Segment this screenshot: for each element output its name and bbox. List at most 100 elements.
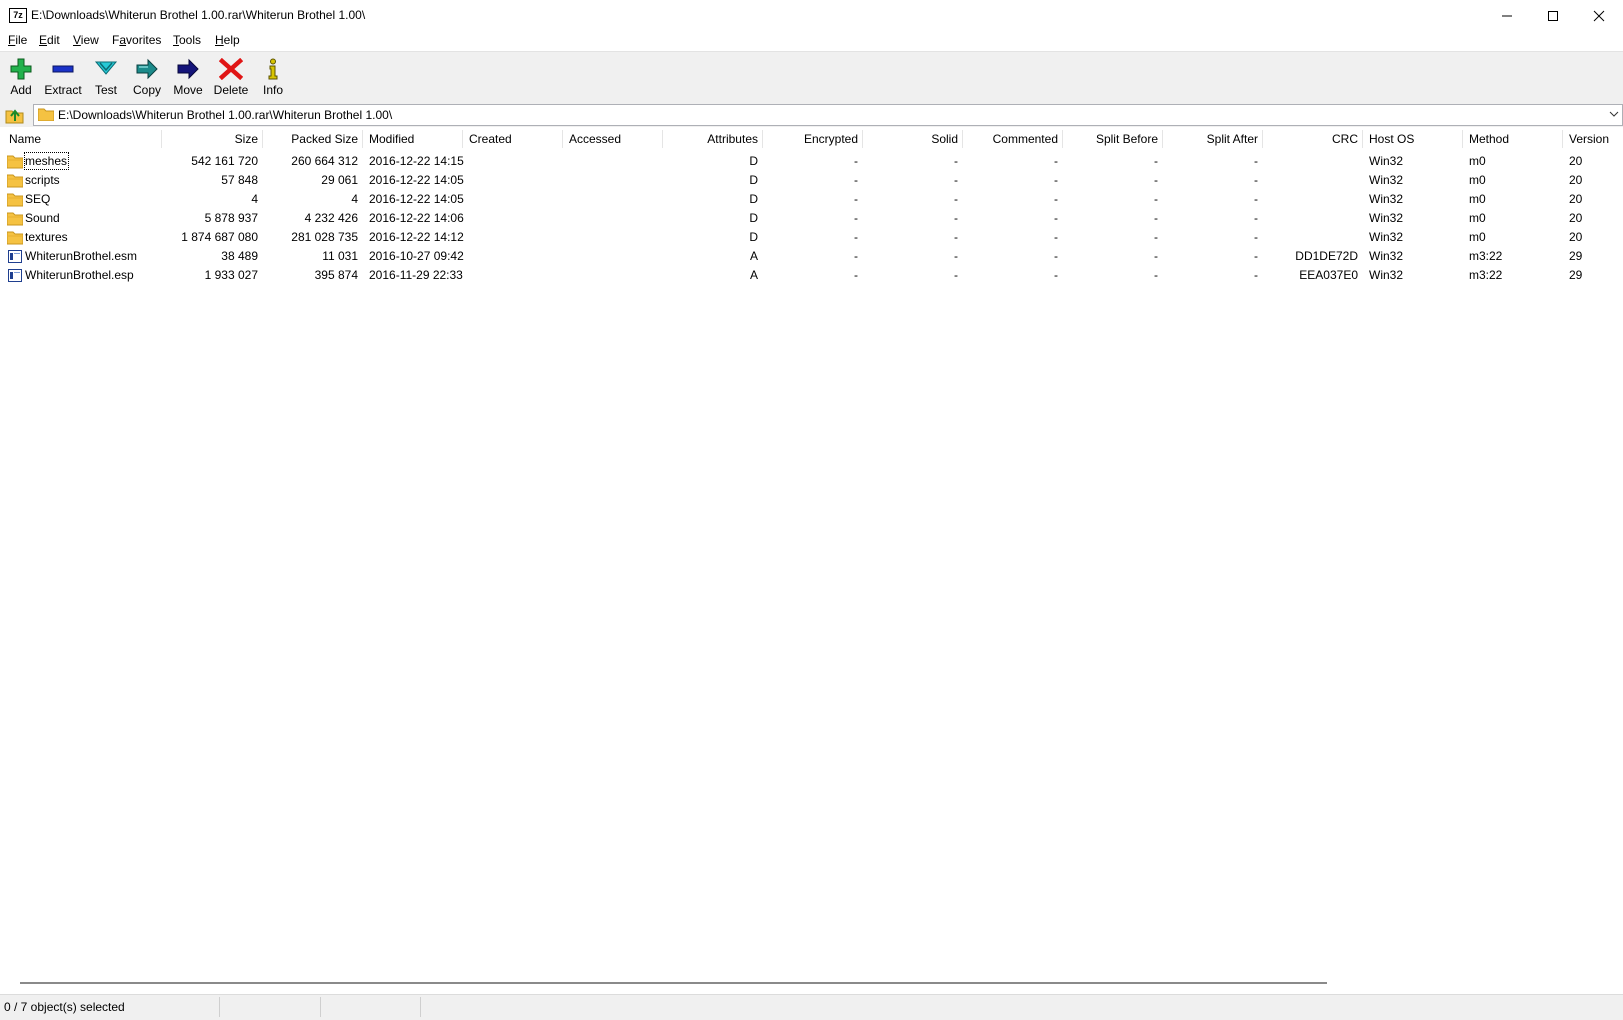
column-divider[interactable] — [161, 130, 162, 148]
cell-crc: EEA037E0 — [1299, 268, 1358, 282]
column-divider[interactable] — [1362, 130, 1363, 148]
cell-size: 1 874 687 080 — [181, 230, 258, 244]
column-divider[interactable] — [1562, 130, 1563, 148]
table-row[interactable]: SEQ 4 4 2016-12-22 14:05 D - - - - - Win32 m0 20 — [0, 190, 1623, 209]
cell-encrypted: - — [854, 154, 858, 168]
cell-split-after: - — [1254, 192, 1258, 206]
cell-commented: - — [1054, 192, 1058, 206]
cell-attributes: A — [749, 249, 758, 263]
horizontal-scrollbar[interactable] — [20, 982, 1327, 984]
column-divider[interactable] — [362, 130, 363, 148]
cell-created — [469, 266, 559, 285]
cell-split-after: - — [1254, 268, 1258, 282]
cell-version: 29 — [1569, 268, 1583, 282]
column-header-size[interactable]: Size — [163, 128, 258, 150]
status-divider — [219, 997, 220, 1017]
add-label: Add — [10, 83, 32, 97]
menu-view[interactable]: View — [73, 33, 99, 47]
file-list[interactable]: Name Size Packed Size Modified Created A… — [0, 128, 1623, 974]
close-icon — [1593, 10, 1605, 21]
column-header-accessed[interactable]: Accessed — [569, 128, 659, 150]
menu-tools[interactable]: Tools — [173, 33, 201, 47]
cell-encrypted: - — [854, 230, 858, 244]
file-name[interactable]: WhiterunBrothel.esm — [25, 248, 138, 264]
table-row[interactable]: scripts 57 848 29 061 2016-12-22 14:05 D - - - -… — [0, 171, 1623, 190]
column-divider[interactable] — [562, 130, 563, 148]
column-divider[interactable] — [1462, 130, 1463, 148]
cell-method: m0 — [1469, 211, 1486, 225]
cell-version: 20 — [1569, 211, 1583, 225]
cell-accessed — [569, 152, 659, 171]
test-label: Test — [94, 83, 117, 97]
file-name[interactable]: SEQ — [25, 191, 51, 207]
selection-status: 0 / 7 object(s) selected — [4, 1000, 125, 1014]
copy-button[interactable]: Copy — [126, 55, 168, 101]
info-button[interactable]: Info — [252, 55, 294, 101]
menu-favorites[interactable]: Favorites — [112, 33, 161, 47]
table-row[interactable]: WhiterunBrothel.esm 38 489 11 031 2016-10-2… — [0, 247, 1623, 266]
chevron-down-icon[interactable] — [1609, 110, 1619, 118]
column-header-name[interactable]: Name — [9, 128, 159, 150]
table-row[interactable]: WhiterunBrothel.esp 1 933 027 395 874 2016-… — [0, 266, 1623, 285]
column-divider[interactable] — [462, 130, 463, 148]
menu-help[interactable]: Help — [215, 33, 240, 47]
minimize-button[interactable] — [1484, 0, 1530, 31]
column-header-split-before[interactable]: Split Before — [1063, 128, 1158, 150]
info-icon — [268, 58, 278, 80]
column-header-solid[interactable]: Solid — [863, 128, 958, 150]
cell-accessed — [569, 190, 659, 209]
cell-size: 57 848 — [221, 173, 258, 187]
maximize-button[interactable] — [1530, 0, 1576, 31]
cell-attributes: D — [749, 154, 758, 168]
add-button[interactable]: Add — [0, 55, 42, 101]
folder-icon — [7, 155, 23, 169]
delete-button[interactable]: Delete — [210, 55, 252, 101]
file-name[interactable]: Sound — [25, 210, 61, 226]
cell-method: m3:22 — [1469, 249, 1503, 263]
cell-crc — [1263, 171, 1358, 190]
cell-attributes: D — [749, 230, 758, 244]
column-header-modified[interactable]: Modified — [369, 128, 459, 150]
cell-encrypted: - — [854, 173, 858, 187]
close-button[interactable] — [1576, 0, 1622, 31]
file-name[interactable]: textures — [25, 229, 69, 245]
cell-host-os: Win32 — [1369, 173, 1404, 187]
column-header-packed-size[interactable]: Packed Size — [263, 128, 358, 150]
table-row[interactable]: Sound 5 878 937 4 232 426 2016-12-22 14:06 D… — [0, 209, 1623, 228]
table-row[interactable]: meshes 542 161 720 260 664 312 2016-12-22 1… — [0, 152, 1623, 171]
table-row[interactable]: textures 1 874 687 080 281 028 735 2016-12-… — [0, 228, 1623, 247]
menu-file[interactable]: File — [8, 33, 27, 47]
cell-accessed — [569, 209, 659, 228]
file-name[interactable]: meshes — [23, 152, 70, 170]
column-header-commented[interactable]: Commented — [963, 128, 1058, 150]
file-name[interactable]: WhiterunBrothel.esp — [25, 267, 135, 283]
column-header-attributes[interactable]: Attributes — [663, 128, 758, 150]
cell-created — [469, 171, 559, 190]
column-header-version[interactable]: Version — [1569, 128, 1619, 150]
cell-size: 4 — [251, 192, 258, 206]
column-header-encrypted[interactable]: Encrypted — [763, 128, 858, 150]
cell-solid: - — [954, 154, 958, 168]
test-button[interactable]: Test — [85, 55, 127, 101]
extract-button[interactable]: Extract — [42, 55, 84, 101]
column-header-method[interactable]: Method — [1469, 128, 1559, 150]
column-header-crc[interactable]: CRC — [1263, 128, 1358, 150]
file-name[interactable]: scripts — [25, 172, 61, 188]
cell-size: 1 933 027 — [204, 268, 258, 282]
folder-icon — [38, 108, 54, 121]
up-folder-button[interactable] — [5, 105, 25, 124]
column-header-created[interactable]: Created — [469, 128, 559, 150]
cell-packed: 4 — [351, 192, 358, 206]
cell-solid: - — [954, 173, 958, 187]
column-header-split-after[interactable]: Split After — [1163, 128, 1258, 150]
column-header-host-os[interactable]: Host OS — [1369, 128, 1459, 150]
menu-edit[interactable]: Edit — [39, 33, 60, 47]
move-button[interactable]: Move — [167, 55, 209, 101]
cell-created — [469, 152, 559, 171]
cell-crc — [1263, 209, 1358, 228]
cell-accessed — [569, 247, 659, 266]
cell-packed: 260 664 312 — [291, 154, 358, 168]
address-field[interactable]: E:\Downloads\Whiterun Brothel 1.00.rar\W… — [33, 104, 1623, 126]
menu-help-label: elp — [223, 33, 240, 47]
cell-version: 20 — [1569, 173, 1583, 187]
